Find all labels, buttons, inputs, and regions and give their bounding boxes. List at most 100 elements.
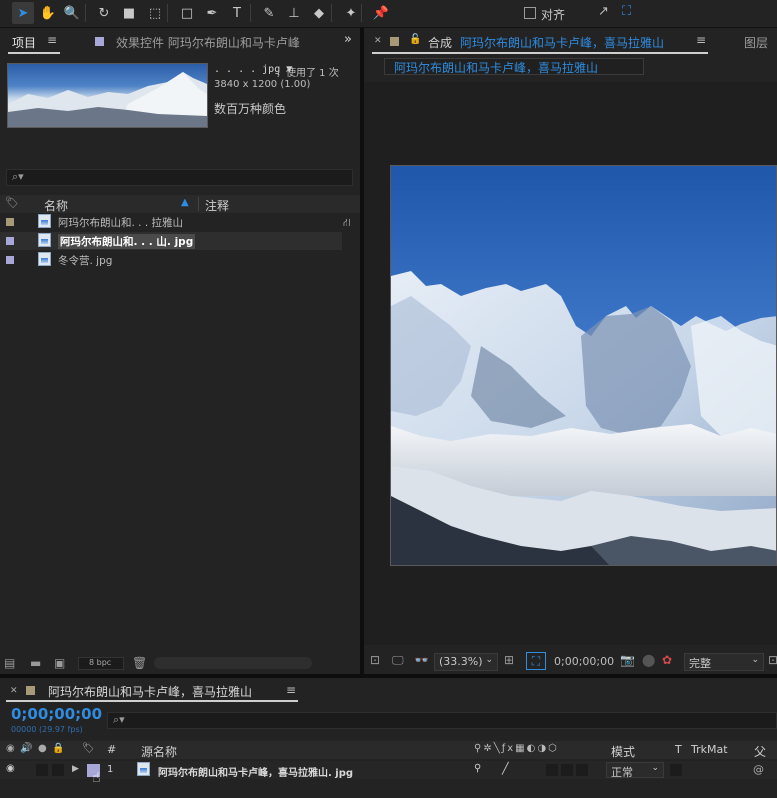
composition-canvas[interactable]	[390, 165, 777, 566]
flowchart-icon[interactable]: ⛙	[343, 216, 351, 231]
layer-lock-toggle[interactable]	[52, 764, 64, 776]
region-of-interest-icon[interactable]: ⛶	[526, 652, 546, 670]
item-label-color[interactable]	[6, 237, 14, 245]
interpret-footage-icon[interactable]: ▤	[4, 656, 15, 670]
layer-audio-toggle[interactable]	[36, 764, 48, 776]
color-channels-icon[interactable]: ✿	[662, 653, 672, 667]
project-column-header: 🏷 名称 ▲ 注释	[0, 195, 360, 213]
column-trkmat[interactable]: TrkMat	[691, 743, 728, 756]
camera-icon[interactable]: ■	[118, 2, 140, 24]
clone-stamp-icon[interactable]: ⊥	[283, 2, 305, 24]
panel-menu-icon[interactable]: ≡	[47, 33, 57, 47]
tab-effect-controls[interactable]: 效果控件 阿玛尔布朗山和马卡卢峰	[116, 34, 300, 51]
rotate-icon[interactable]: ↻	[93, 2, 115, 24]
tab-project[interactable]: 项目	[12, 34, 36, 51]
eraser-icon[interactable]: ◆	[308, 2, 330, 24]
project-scrollbar[interactable]	[154, 657, 312, 669]
tab-layer[interactable]: 图层	[744, 34, 768, 51]
project-item-row[interactable]: 阿玛尔布朗山和. . . 山. jpg	[0, 232, 342, 250]
puppet-pin-icon[interactable]: 📌	[370, 2, 392, 24]
item-label-color[interactable]	[6, 218, 14, 226]
fast-previews-icon[interactable]: ⊡	[768, 653, 777, 667]
resolution-dropdown[interactable]: 完整 ⌄	[684, 653, 764, 671]
brush-icon[interactable]: ✎	[258, 2, 280, 24]
hand-icon[interactable]: ✋	[37, 2, 59, 24]
project-search-field[interactable]: ⌕▾	[6, 169, 353, 186]
column-mode[interactable]: 模式	[611, 743, 635, 760]
type-icon[interactable]: T	[226, 2, 248, 24]
timeline-tab-swatch	[26, 686, 35, 695]
switches-icons: ⚲✲╲ƒx▦◐◑⬡	[474, 743, 559, 754]
audio-speaker-icon[interactable]: 🔊	[20, 743, 32, 754]
label-column-icon[interactable]: 🏷	[82, 743, 95, 754]
delete-trash-icon[interactable]: 🗑	[132, 656, 147, 670]
snapping-checkbox[interactable]	[524, 7, 536, 19]
pan-behind-icon[interactable]: ⬚	[144, 2, 166, 24]
pen-icon[interactable]: ✒	[201, 2, 223, 24]
zoom-dropdown[interactable]: (33.3%) ⌄	[434, 653, 498, 671]
label-tag-icon[interactable]: 🏷	[5, 196, 19, 209]
lock-column-icon[interactable]: 🔒	[52, 743, 64, 754]
layer-visibility-eye-icon[interactable]: ◉	[6, 763, 15, 774]
column-name[interactable]: 名称	[44, 197, 68, 214]
timeline-tab-name[interactable]: 阿玛尔布朗山和马卡卢峰，喜马拉雅山	[48, 683, 252, 700]
column-separator	[198, 197, 199, 211]
timeline-panel-menu-icon[interactable]: ≡	[286, 683, 296, 697]
preview-thumbnail	[7, 63, 208, 128]
timeline-header-row: ◉ 🔊 ● 🔒 🏷 # 源名称 ⚲✲╲ƒx▦◐◑⬡ 模式 T TrkMat 父级	[0, 741, 777, 776]
layer-quality-switch-icon[interactable]: ╱	[502, 762, 509, 775]
bpc-button[interactable]: 8 bpc	[78, 657, 124, 670]
comp-breadcrumb-label: 阿玛尔布朗山和马卡卢峰，喜马拉雅山	[394, 61, 599, 75]
hand-cursor-icon: ☝	[92, 770, 101, 786]
sort-ascending-icon[interactable]: ▲	[181, 197, 189, 208]
project-item-name: 冬令营. jpg	[58, 255, 113, 267]
comp-tab-name[interactable]: 阿玛尔布朗山和马卡卢峰，喜马拉雅山	[460, 34, 664, 51]
selection-arrow-icon[interactable]: ➤	[12, 2, 34, 24]
close-tab-icon[interactable]: ✕	[374, 36, 382, 46]
roto-brush-icon[interactable]: ✦	[340, 2, 362, 24]
project-item-row[interactable]: 阿玛尔布朗山和. . . 拉雅山	[0, 213, 342, 231]
mask-visibility-icon[interactable]: 👓	[414, 653, 429, 667]
column-comment[interactable]: 注释	[205, 197, 229, 214]
toolbar-separator	[331, 4, 332, 22]
monitor-icon[interactable]: 🖵	[392, 653, 404, 668]
layer-trkmat-box[interactable]	[670, 764, 682, 776]
timeline-layer-row[interactable]: ◉ ▶ ☝ 1 阿玛尔布朗山和马卡卢峰，喜马拉雅山. jpg ⚲ ╱ 正常 ⌄ …	[0, 761, 777, 786]
new-folder-icon[interactable]: ▬	[30, 656, 41, 670]
toolbar-separator	[361, 4, 362, 22]
layer-file-icon	[137, 762, 150, 776]
video-eye-icon[interactable]: ◉	[6, 743, 15, 754]
show-snapshot-icon[interactable]: ⬤	[642, 653, 655, 667]
rectangle-icon[interactable]: □	[176, 2, 198, 24]
timeline-search-field[interactable]: ⌕▾	[107, 712, 777, 729]
snap-arrow-icon[interactable]: ↗	[598, 4, 609, 19]
panel-overflow-icon[interactable]: »	[344, 32, 352, 47]
layer-expand-arrow-icon[interactable]: ▶	[72, 764, 79, 774]
search-icon: ⌕▾	[12, 170, 24, 183]
lock-icon[interactable]: 🔓	[409, 34, 421, 45]
always-preview-icon[interactable]: ⊡	[370, 653, 380, 667]
comp-tab-prefix[interactable]: 合成	[428, 34, 452, 51]
preview-colors: 数百万种颜色	[214, 102, 287, 116]
timeline-timecode[interactable]: 0;00;00;00	[11, 705, 102, 723]
timeline-close-tab-icon[interactable]: ✕	[10, 686, 18, 696]
grid-guides-icon[interactable]: ⊞	[504, 653, 514, 667]
solo-dot-icon[interactable]: ●	[38, 743, 47, 754]
zoom-icon[interactable]: 🔍	[61, 2, 83, 24]
comp-breadcrumb[interactable]: 阿玛尔布朗山和马卡卢峰，喜马拉雅山	[384, 58, 644, 75]
layer-mode-dropdown[interactable]: 正常 ⌄	[606, 762, 664, 779]
layer-shy-switch-icon[interactable]: ⚲	[474, 763, 481, 774]
project-item-row[interactable]: 冬令营. jpg	[0, 251, 342, 269]
comp-panel-menu-icon[interactable]: ≡	[696, 33, 706, 47]
item-label-color[interactable]	[6, 256, 14, 264]
viewer-timecode[interactable]: 0;00;00;00	[554, 655, 614, 668]
layer-switch-boxes[interactable]	[546, 764, 590, 776]
snapping-label: 对齐	[541, 8, 566, 22]
column-number: #	[107, 743, 117, 756]
snapshot-camera-icon[interactable]: 📷	[620, 653, 635, 667]
new-composition-icon[interactable]: ▣	[54, 656, 65, 670]
snap-target-icon[interactable]: ⛶	[622, 4, 631, 19]
parent-pickwhip-icon[interactable]: @	[753, 763, 764, 776]
column-source-name[interactable]: 源名称	[141, 743, 177, 760]
layer-name[interactable]: 阿玛尔布朗山和马卡卢峰，喜马拉雅山. jpg	[158, 764, 353, 779]
